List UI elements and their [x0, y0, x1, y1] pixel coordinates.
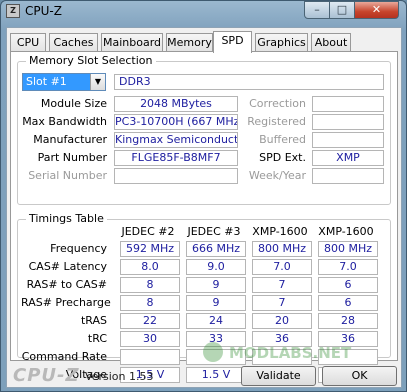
cpuz-app-icon: Z	[6, 4, 20, 18]
timing-cell: 8	[120, 277, 180, 293]
spd-ext-label: SPD Ext.	[259, 151, 306, 164]
timing-cell: 7.0	[252, 259, 312, 275]
timing-cell: 9	[186, 295, 246, 311]
memory-slot-selection-title: Memory Slot Selection	[26, 54, 156, 67]
title-bar[interactable]: Z CPU-Z – □ ✕	[1, 1, 406, 21]
timing-row-label: tRAS	[80, 314, 107, 327]
manufacturer-value: Kingmax Semiconductor	[114, 132, 238, 148]
slot-select-value: Slot #1	[26, 75, 67, 88]
timing-cell: 33	[186, 331, 246, 347]
timing-cell: 30	[120, 331, 180, 347]
timing-cell: 7	[252, 277, 312, 293]
buffered-label: Buffered	[259, 133, 306, 146]
module-size-value: 2048 MBytes	[114, 96, 238, 112]
timing-cell: 800 MHz	[252, 241, 312, 257]
cpuz-logo: CPU-Z	[13, 365, 80, 386]
manufacturer-label: Manufacturer	[33, 133, 107, 146]
timings-table-title: Timings Table	[26, 212, 107, 225]
timings-column-header: JEDEC #2	[121, 225, 175, 238]
week-year-label: Week/Year	[248, 169, 306, 182]
version-text: Version 1.53	[85, 370, 154, 383]
tab-about[interactable]: About	[311, 33, 351, 52]
timing-row-label: RAS# Precharge	[21, 296, 111, 309]
spd-ext-value: XMP	[312, 150, 384, 166]
timing-row-label: tRC	[87, 332, 107, 345]
registered-value	[312, 114, 384, 130]
maximize-button[interactable]: □	[329, 1, 355, 19]
max-bandwidth-value: PC3-10700H (667 MHz)	[114, 114, 238, 130]
correction-label: Correction	[249, 97, 306, 110]
validate-button[interactable]: Validate	[241, 366, 316, 386]
timing-cell: 36	[318, 331, 378, 347]
buffered-value	[312, 132, 384, 148]
timing-cell: 9	[186, 277, 246, 293]
timing-cell: 8.0	[120, 259, 180, 275]
timing-cell: 22	[120, 313, 180, 329]
timing-cell: 20	[252, 313, 312, 329]
minimize-button[interactable]: –	[304, 1, 330, 19]
correction-value	[312, 96, 384, 112]
week-year-value	[312, 168, 384, 184]
timing-cell: 24	[186, 313, 246, 329]
part-number-value: FLGE85F-B8MF7	[114, 150, 238, 166]
timing-cell: 6	[318, 277, 378, 293]
tab-cpu[interactable]: CPU	[10, 33, 46, 52]
tab-mainboard[interactable]: Mainboard	[101, 33, 163, 52]
module-size-label: Module Size	[40, 97, 107, 110]
window-title: CPU-Z	[25, 4, 62, 18]
timings-column-header: JEDEC #3	[187, 225, 241, 238]
timing-cell: 666 MHz	[186, 241, 246, 257]
client-area: CPU Caches Mainboard Memory SPD Graphics…	[6, 27, 402, 388]
timing-cell: 800 MHz	[318, 241, 378, 257]
timings-column-header: XMP-1600	[318, 225, 374, 238]
registered-label: Registered	[247, 115, 306, 128]
memory-type-field: DDR3	[114, 74, 384, 90]
tab-caches[interactable]: Caches	[49, 33, 98, 52]
tab-graphics[interactable]: Graphics	[255, 33, 308, 52]
spd-panel: Memory Slot Selection Slot #1 ▼ DDR3 Mod…	[10, 51, 398, 383]
slot-select[interactable]: Slot #1 ▼	[22, 73, 106, 91]
ok-button[interactable]: OK	[322, 366, 397, 386]
timing-row-label: CAS# Latency	[28, 260, 107, 273]
timing-row-label: Frequency	[50, 242, 107, 255]
timing-row-label: RAS# to CAS#	[26, 278, 107, 291]
serial-number-value	[114, 168, 238, 184]
close-button[interactable]: ✕	[354, 1, 399, 19]
cpuz-window: Z CPU-Z – □ ✕ CPU Caches Mainboard Memor…	[0, 0, 407, 392]
timing-cell: 7.0	[318, 259, 378, 275]
chevron-down-icon[interactable]: ▼	[90, 74, 105, 90]
tab-spd[interactable]: SPD	[213, 31, 252, 53]
serial-number-label: Serial Number	[28, 169, 107, 182]
footer-bar: CPU-Z Version 1.53 Validate OK	[7, 362, 401, 388]
timing-cell: 592 MHz	[120, 241, 180, 257]
timing-cell: 6	[318, 295, 378, 311]
tab-memory[interactable]: Memory	[166, 33, 213, 52]
timing-cell: 28	[318, 313, 378, 329]
part-number-label: Part Number	[37, 151, 107, 164]
timing-cell: 8	[120, 295, 180, 311]
timing-cell: 7	[252, 295, 312, 311]
timings-column-header: XMP-1600	[252, 225, 308, 238]
timing-cell: 9.0	[186, 259, 246, 275]
max-bandwidth-label: Max Bandwidth	[22, 115, 107, 128]
timing-cell: 36	[252, 331, 312, 347]
